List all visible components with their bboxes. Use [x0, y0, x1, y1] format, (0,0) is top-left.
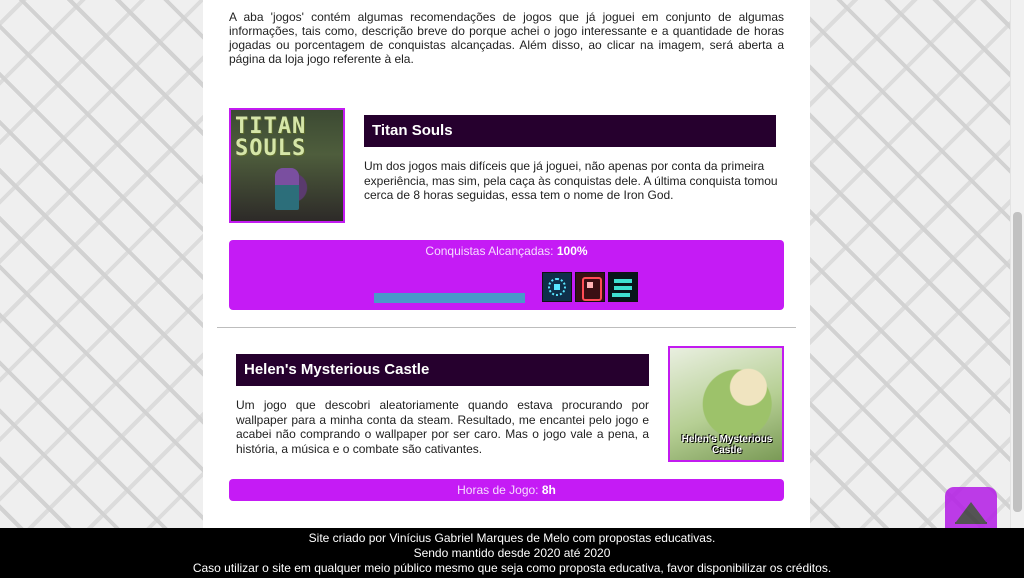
- arrow-up-icon-base: [955, 522, 987, 524]
- achievements-label: Conquistas Alcançadas:: [425, 244, 554, 258]
- titan-souls-title: Titan Souls: [364, 115, 776, 147]
- titan-souls-character: [275, 168, 299, 210]
- helens-castle-description: Um jogo que descobri aleatoriamente quan…: [236, 398, 649, 456]
- achievements-stat: Conquistas Alcançadas: 100%: [229, 244, 784, 258]
- titan-souls-logo: TITAN SOULS: [235, 114, 307, 161]
- scrollbar-thumb[interactable]: [1013, 212, 1022, 512]
- achievements-progress-bar: [374, 293, 525, 303]
- main-content: A aba 'jogos' contém algumas recomendaçõ…: [203, 0, 810, 528]
- achievements-value: 100%: [556, 244, 588, 258]
- helens-castle-hours-panel: Horas de Jogo: 8h: [229, 479, 784, 501]
- hours-label: Horas de Jogo:: [457, 483, 539, 497]
- game-divider: [217, 327, 796, 328]
- titan-souls-thumbnail[interactable]: TITAN SOULS: [229, 108, 345, 223]
- achievement-icon-2[interactable]: [575, 272, 605, 302]
- achievement-icon-1[interactable]: [542, 272, 572, 302]
- achievement-icon-3[interactable]: [608, 272, 638, 302]
- titan-souls-achievements-panel: Conquistas Alcançadas: 100%: [229, 240, 784, 310]
- page-scrollbar[interactable]: [1010, 0, 1024, 528]
- footer-credit: Site criado por Vinícius Gabriel Marques…: [308, 531, 716, 545]
- games-intro-text: A aba 'jogos' contém algumas recomendaçõ…: [229, 10, 784, 66]
- titan-souls-description: Um dos jogos mais difíceis que já joguei…: [364, 159, 778, 202]
- helens-castle-title: Helen's Mysterious Castle: [236, 354, 649, 386]
- achievements-progress-fill: [374, 293, 525, 303]
- footer: Site criado por Vinícius Gabriel Marques…: [0, 528, 1024, 578]
- footer-maintained: Sendo mantido desde 2020 até 2020: [413, 546, 611, 560]
- hours-value: 8h: [541, 483, 556, 497]
- footer-usage-note: Caso utilizar o site em qualquer meio pú…: [192, 561, 832, 575]
- arrow-up-icon: [956, 502, 986, 522]
- helens-castle-logo: Helen's Mysterious Castle: [681, 434, 773, 456]
- achievement-icons: [542, 272, 638, 302]
- helens-castle-thumbnail[interactable]: Helen's Mysterious Castle: [668, 346, 784, 462]
